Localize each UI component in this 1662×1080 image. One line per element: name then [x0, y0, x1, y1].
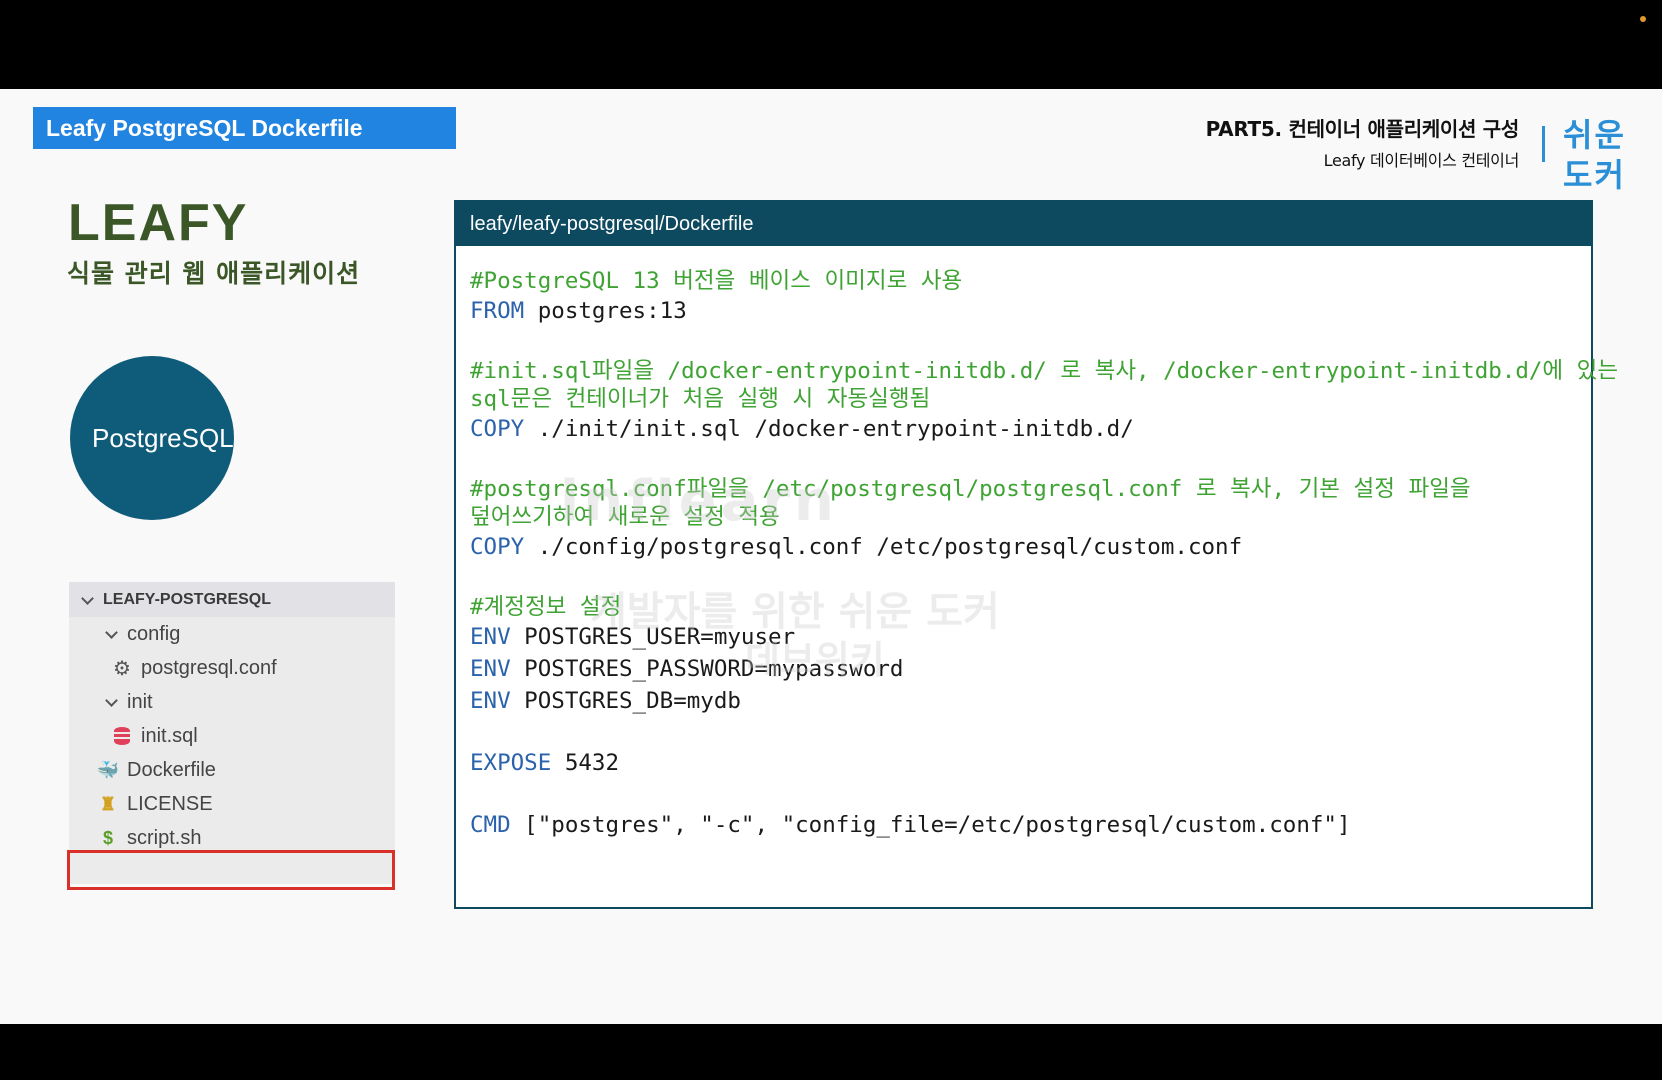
tree-item-label: init — [127, 690, 153, 713]
postgresql-badge-label: PostgreSQL — [92, 423, 234, 453]
dollar-icon: $ — [102, 827, 113, 848]
code-line: ENV POSTGRES_USER=myuser — [470, 622, 795, 652]
code-keyword: COPY — [470, 416, 525, 442]
code-line: CMD ["postgres", "-c", "config_file=/etc… — [470, 810, 1351, 840]
code-comment: #PostgreSQL 13 버전을 베이스 이미지로 사용 — [470, 268, 963, 294]
code-keyword: COPY — [470, 534, 525, 560]
chevron-down-icon — [81, 594, 93, 606]
tree-item-dockerfile[interactable]: 🐳 Dockerfile — [69, 753, 395, 787]
brand-logo-line1: 쉬운 — [1563, 116, 1626, 154]
explorer-root-label: LEAFY-POSTGRESQL — [103, 590, 272, 608]
tree-item-label: config — [127, 622, 181, 645]
code-text: 5432 — [551, 750, 620, 776]
app-name: LEAFY — [68, 194, 249, 252]
docker-icon: 🐳 — [96, 759, 120, 780]
gear-icon: ⚙ — [113, 657, 131, 680]
code-text: ./config/postgresql.conf /etc/postgresql… — [524, 534, 1243, 560]
code-text: ./init/init.sql /docker-entrypoint-initd… — [524, 416, 1134, 442]
tree-item-label: init.sql — [141, 724, 198, 747]
code-line: ENV POSTGRES_DB=mydb — [470, 686, 741, 716]
explorer-root[interactable]: LEAFY-POSTGRESQL — [69, 582, 395, 617]
presentation-slide: Leafy PostgreSQL Dockerfile PART5. 컨테이너 … — [0, 89, 1662, 1024]
code-panel: leafy/leafy-postgresql/Dockerfile #Postg… — [454, 200, 1618, 909]
code-text: POSTGRES_USER=myuser — [510, 624, 796, 650]
code-keyword: ENV — [470, 656, 511, 682]
tree-item-postgresql-conf[interactable]: ⚙ postgresql.conf — [69, 651, 395, 685]
code-keyword: EXPOSE — [470, 750, 552, 776]
code-text: POSTGRES_DB=mydb — [510, 688, 741, 714]
tree-item-label: script.sh — [127, 826, 202, 849]
tree-item-config[interactable]: config — [69, 617, 395, 651]
chevron-down-icon — [105, 696, 117, 708]
tree-item-license[interactable]: ♜ LICENSE — [69, 787, 395, 821]
tree-item-init-sql[interactable]: init.sql — [69, 719, 395, 753]
file-explorer: LEAFY-POSTGRESQL config ⚙ postgresql.con… — [69, 582, 395, 884]
code-text: ["postgres", "-c", "config_file=/etc/pos… — [510, 812, 1351, 838]
code-keyword: ENV — [470, 688, 511, 714]
code-comment: #계정정보 설정 — [470, 594, 622, 620]
code-comment: #init.sql파일을 /docker-entrypoint-initdb.d… — [470, 358, 1619, 384]
tree-item-label: Dockerfile — [127, 758, 216, 781]
code-comment: #postgresql.conf파일을 /etc/postgresql/post… — [470, 476, 1471, 502]
tree-item-label: LICENSE — [127, 792, 213, 815]
dockerfile-highlight-box — [67, 850, 395, 890]
brand-divider — [1542, 126, 1545, 162]
brand-logo-line2: 도커 — [1563, 156, 1626, 194]
database-icon — [111, 725, 133, 747]
part-title: PART5. 컨테이너 애플리케이션 구성 — [1205, 117, 1520, 141]
code-line: FROM postgres:13 — [470, 296, 687, 326]
code-text: postgres:13 — [524, 298, 687, 324]
code-keyword: CMD — [470, 812, 511, 838]
tree-item-label: postgresql.conf — [141, 656, 277, 679]
tree-item-init[interactable]: init — [69, 685, 395, 719]
brand-logo: 쉬운 도커 — [1563, 115, 1633, 195]
code-comment: sql문은 컨테이너가 처음 실행 시 자동실행됨 — [470, 386, 931, 412]
slide-title: Leafy PostgreSQL Dockerfile — [33, 107, 456, 149]
code-text: POSTGRES_PASSWORD=mypassword — [510, 656, 904, 682]
chevron-down-icon — [105, 628, 117, 640]
code-comment: 덮어쓰기하여 새로운 설정 적용 — [470, 504, 780, 530]
code-line: EXPOSE 5432 — [470, 748, 619, 778]
code-line: COPY ./init/init.sql /docker-entrypoint-… — [470, 414, 1134, 444]
code-line: COPY ./config/postgresql.conf /etc/postg… — [470, 532, 1242, 562]
code-keyword: FROM — [470, 298, 525, 324]
code-line: ENV POSTGRES_PASSWORD=mypassword — [470, 654, 903, 684]
code-keyword: ENV — [470, 624, 511, 650]
part-subtitle: Leafy 데이터베이스 컨테이너 — [1323, 151, 1520, 170]
code-file-path: leafy/leafy-postgresql/Dockerfile — [456, 202, 1591, 246]
recording-indicator-dot — [1640, 16, 1646, 22]
license-icon: ♜ — [99, 793, 117, 814]
postgresql-badge: PostgreSQL — [70, 356, 234, 520]
app-description: 식물 관리 웹 애플리케이션 — [67, 259, 361, 288]
